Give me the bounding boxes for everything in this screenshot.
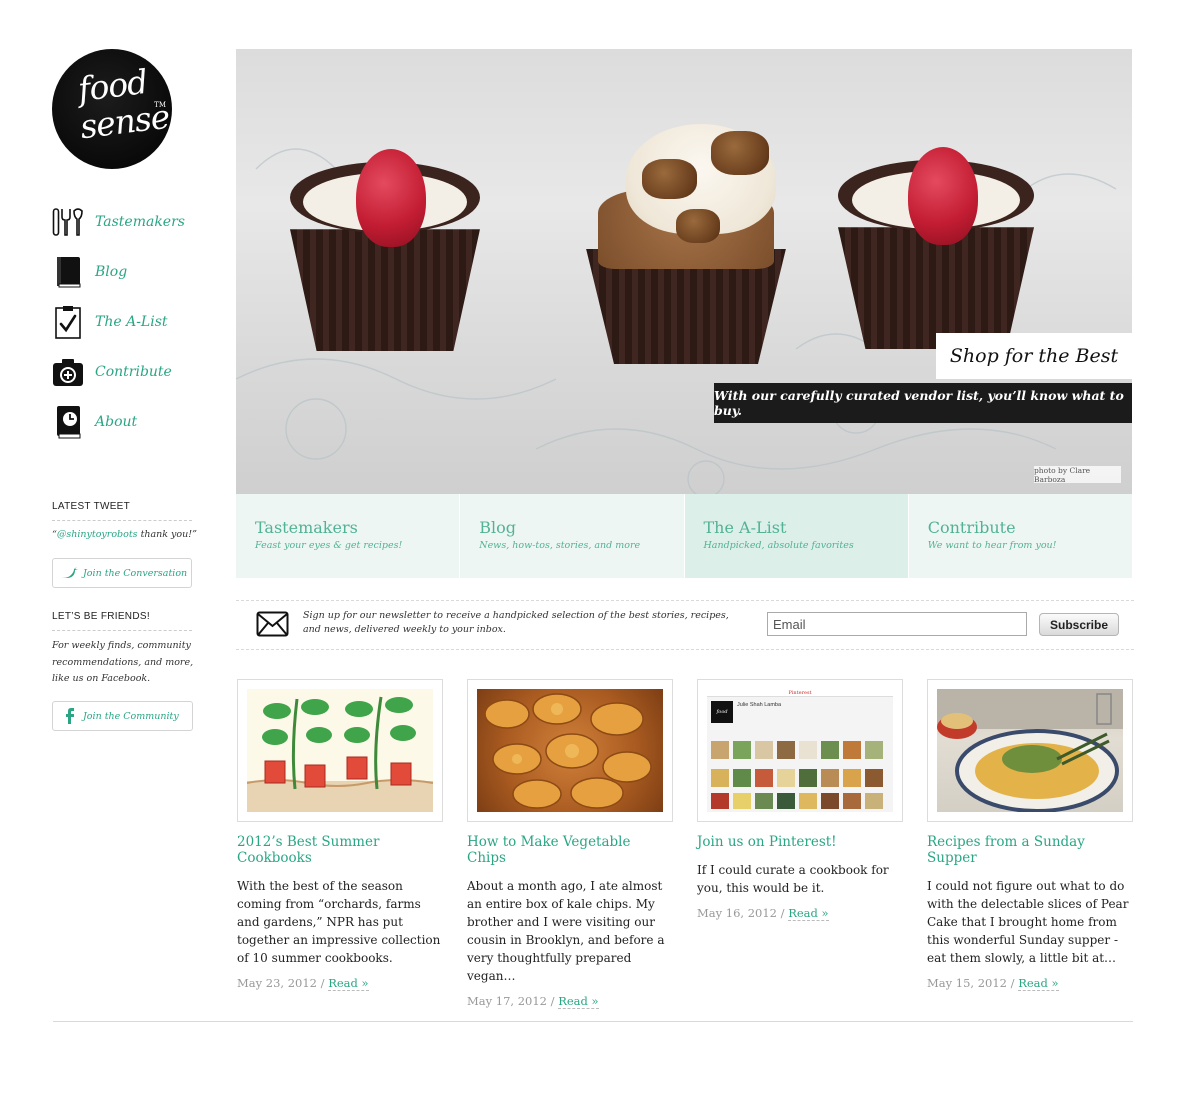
nav-label: The A-List (95, 314, 168, 330)
tab-subtitle: Feast your eyes & get recipes! (255, 540, 403, 551)
post-thumbnail[interactable] (927, 679, 1133, 822)
tab-tastemakers[interactable]: Tastemakers Feast your eyes & get recipe… (236, 494, 461, 578)
pinterest-board-grid (711, 741, 883, 809)
latest-tweet: “@shinytoyrobots thank you!” (52, 529, 197, 540)
post-excerpt: I could not figure out what to do with t… (927, 879, 1129, 965)
friends-heading: LET’S BE FRIENDS! (52, 611, 192, 631)
post-meta: May 17, 2012 / Read » (467, 994, 673, 1009)
facebook-icon (61, 708, 79, 724)
post-card: Pinterest food Julie Shah Lamba Join us … (697, 679, 903, 921)
post-date: May 16, 2012 / (697, 906, 789, 920)
utensils-icon (52, 205, 84, 239)
post-title-link[interactable]: 2012’s Best Summer Cookbooks (237, 834, 443, 866)
join-conversation-label: Join the Conversation (83, 567, 188, 579)
post-title-link[interactable]: How to Make Vegetable Chips (467, 834, 673, 866)
read-more-link[interactable]: Read » (788, 906, 829, 921)
friends-text: For weekly finds, community recommendati… (52, 640, 194, 684)
email-field[interactable] (767, 612, 1027, 636)
walnut-3 (676, 209, 720, 243)
clipboard-check-icon (52, 305, 84, 339)
post-card: 2012’s Best Summer Cookbooks With the be… (237, 679, 443, 991)
seedling-illustration (247, 696, 433, 812)
read-more-link[interactable]: Read » (1018, 976, 1059, 991)
post-title-link[interactable]: Join us on Pinterest! (697, 834, 903, 850)
tweet-handle-link[interactable]: @shinytoyrobots (57, 529, 138, 540)
tab-title: The A-List (703, 518, 787, 537)
tweet-text: thank you!” (137, 529, 197, 540)
join-community-label: Join the Community (83, 710, 179, 722)
read-more-link[interactable]: Read » (328, 976, 369, 991)
post-excerpt: With the best of the season coming from … (237, 879, 441, 965)
post-thumbnail[interactable]: Pinterest food Julie Shah Lamba (697, 679, 903, 822)
walnut-1 (642, 159, 697, 199)
latest-tweet-heading: LATEST TWEET (52, 501, 192, 521)
tab-title: Tastemakers (255, 518, 358, 537)
tab-blog[interactable]: Blog News, how-tos, stories, and more (460, 494, 685, 578)
post-excerpt: If I could curate a cookbook for you, th… (697, 863, 889, 895)
post-meta: May 16, 2012 / Read » (697, 906, 903, 921)
twitter-bird-icon (61, 567, 79, 579)
newsletter-bar: Sign up for our newsletter to receive a … (236, 600, 1134, 650)
post-thumbnail[interactable] (237, 679, 443, 822)
raspberry-left (356, 149, 426, 247)
camera-plus-icon (52, 355, 84, 389)
post-date: May 15, 2012 / (927, 976, 1019, 990)
logo-trademark: TM (154, 101, 166, 109)
join-conversation-button[interactable]: Join the Conversation (52, 558, 192, 588)
tab-title: Contribute (927, 518, 1016, 537)
nav-item-a-list[interactable]: The A-List (52, 305, 168, 339)
raspberry-right (908, 147, 978, 245)
book-clock-icon (52, 405, 84, 439)
nav-item-blog[interactable]: Blog (52, 255, 127, 289)
subscribe-button[interactable]: Subscribe (1039, 613, 1119, 636)
nav-item-about[interactable]: About (52, 405, 137, 439)
post-date: May 23, 2012 / (237, 976, 329, 990)
hero-banner[interactable] (236, 49, 1132, 494)
tab-subtitle: We want to hear from you! (927, 540, 1057, 551)
hero-title[interactable]: Shop for the Best (936, 333, 1132, 379)
post-meta: May 15, 2012 / Read » (927, 976, 1133, 991)
tab-subtitle: News, how-tos, stories, and more (479, 540, 641, 551)
food-sense-logo[interactable]: food sense TM (52, 49, 172, 169)
envelope-icon (256, 611, 289, 641)
nav-label: About (95, 414, 138, 430)
post-title-link[interactable]: Recipes from a Sunday Supper (927, 834, 1133, 866)
tab-subtitle: Handpicked, absolute favorites (703, 540, 854, 551)
footer-divider (53, 1021, 1133, 1022)
tab-title: Blog (479, 518, 516, 537)
join-community-button[interactable]: Join the Community (52, 701, 193, 731)
photo-credit: photo by Clare Barboza (1034, 466, 1121, 484)
nav-label: Contribute (95, 364, 172, 380)
hero-subtitle: With our carefully curated vendor list, … (714, 383, 1132, 423)
nav-item-tastemakers[interactable]: Tastemakers (52, 205, 185, 239)
read-more-link[interactable]: Read » (558, 994, 599, 1009)
nav-label: Blog (95, 264, 128, 280)
post-card: How to Make Vegetable Chips About a mont… (467, 679, 673, 1009)
post-date: May 17, 2012 / (467, 994, 559, 1008)
sunday-supper-photo (937, 689, 1123, 812)
post-card: Recipes from a Sunday Supper I could not… (927, 679, 1133, 991)
tab-contribute[interactable]: Contribute We want to hear from you! (908, 494, 1132, 578)
walnut-2 (711, 131, 769, 175)
post-meta: May 23, 2012 / Read » (237, 976, 443, 991)
post-excerpt: About a month ago, I ate almost an entir… (467, 879, 665, 983)
vegetable-chips-photo (484, 693, 652, 809)
nav-item-contribute[interactable]: Contribute (52, 355, 172, 389)
nav-label: Tastemakers (95, 214, 185, 230)
tab-a-list[interactable]: The A-List Handpicked, absolute favorite… (684, 494, 909, 578)
post-thumbnail[interactable] (467, 679, 673, 822)
category-tabs: Tastemakers Feast your eyes & get recipe… (236, 494, 1132, 578)
newsletter-text: Sign up for our newsletter to receive a … (303, 610, 729, 635)
book-icon (52, 255, 84, 289)
